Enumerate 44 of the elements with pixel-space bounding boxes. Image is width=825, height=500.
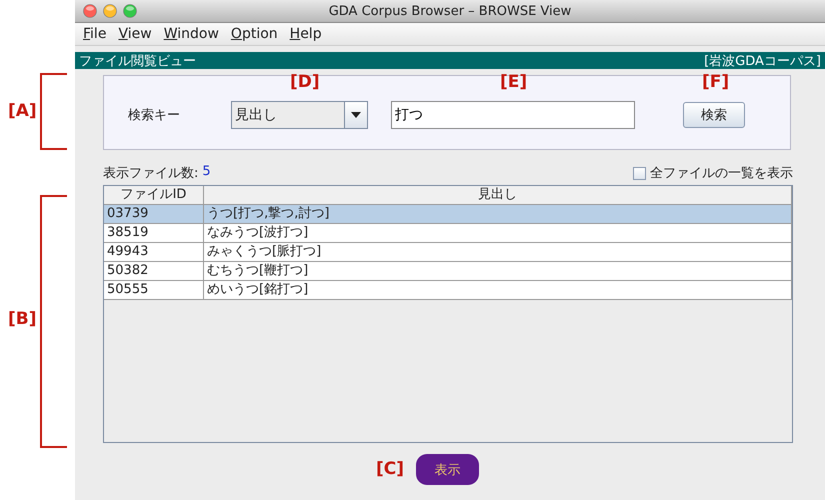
table-cell: 49943	[104, 243, 204, 261]
table-cell: むちうつ[鞭打つ]	[204, 262, 792, 280]
menu-item[interactable]: File	[77, 24, 112, 44]
annotation-label: [F]	[702, 72, 730, 92]
table-cell: 50382	[104, 262, 204, 280]
table-row[interactable]: 50382 むちうつ[鞭打つ]	[104, 262, 792, 281]
annotation-label: [D]	[290, 72, 320, 92]
file-count-label: 表示ファイル数:	[103, 165, 198, 182]
close-icon[interactable]	[83, 4, 97, 18]
show-all-checkbox[interactable]	[633, 166, 646, 180]
view-title: ファイル閲覧ビュー	[79, 52, 196, 70]
annotation-label: [E]	[500, 72, 528, 92]
window-title: GDA Corpus Browser – BROWSE View	[328, 4, 572, 18]
menu-item[interactable]: View	[112, 24, 158, 44]
column-header[interactable]: ファイルID	[104, 186, 204, 204]
table-cell: 50555	[104, 281, 204, 299]
column-header[interactable]: 見出し	[204, 186, 792, 204]
display-button[interactable]: 表示	[416, 454, 479, 485]
show-all-label: 全ファイルの一覧を表示	[650, 165, 793, 182]
table-cell: 03739	[104, 205, 204, 223]
dropdown-arrow-icon	[351, 112, 361, 118]
menu-item[interactable]: Option	[224, 24, 284, 44]
search-field[interactable]: 打つ	[391, 100, 635, 128]
minimize-icon[interactable]	[103, 4, 117, 18]
annotation-label: [B]	[8, 309, 36, 329]
search-key-dropdown[interactable]: 見出し	[231, 100, 368, 128]
zoom-icon[interactable]	[123, 4, 137, 18]
search-button[interactable]: 検索	[683, 102, 745, 128]
table-cell: めいうつ[銘打つ]	[204, 281, 792, 299]
table-row[interactable]: 03739 うつ[打つ,撃つ,討つ]	[104, 205, 792, 224]
table-cell: みゃくうつ[脈打つ]	[204, 243, 792, 261]
corpus-name: [岩波GDAコーパス]	[704, 52, 821, 70]
table-cell: うつ[打つ,撃つ,討つ]	[204, 205, 792, 223]
search-key-label: 検索キー	[128, 106, 181, 124]
menu-item[interactable]: Window	[158, 24, 225, 44]
menu-item[interactable]: Help	[284, 24, 328, 44]
table-cell: 38519	[104, 224, 204, 242]
table-row[interactable]: 38519 なみうつ[波打つ]	[104, 224, 792, 243]
table-row[interactable]: 50555 めいうつ[銘打つ]	[104, 281, 792, 300]
annotation-label: [C]	[376, 459, 404, 479]
file-count: 5	[202, 164, 211, 181]
table-cell: なみうつ[波打つ]	[204, 224, 792, 242]
table-row[interactable]: 49943 みゃくうつ[脈打つ]	[104, 243, 792, 262]
annotation-label: [A]	[8, 101, 37, 121]
